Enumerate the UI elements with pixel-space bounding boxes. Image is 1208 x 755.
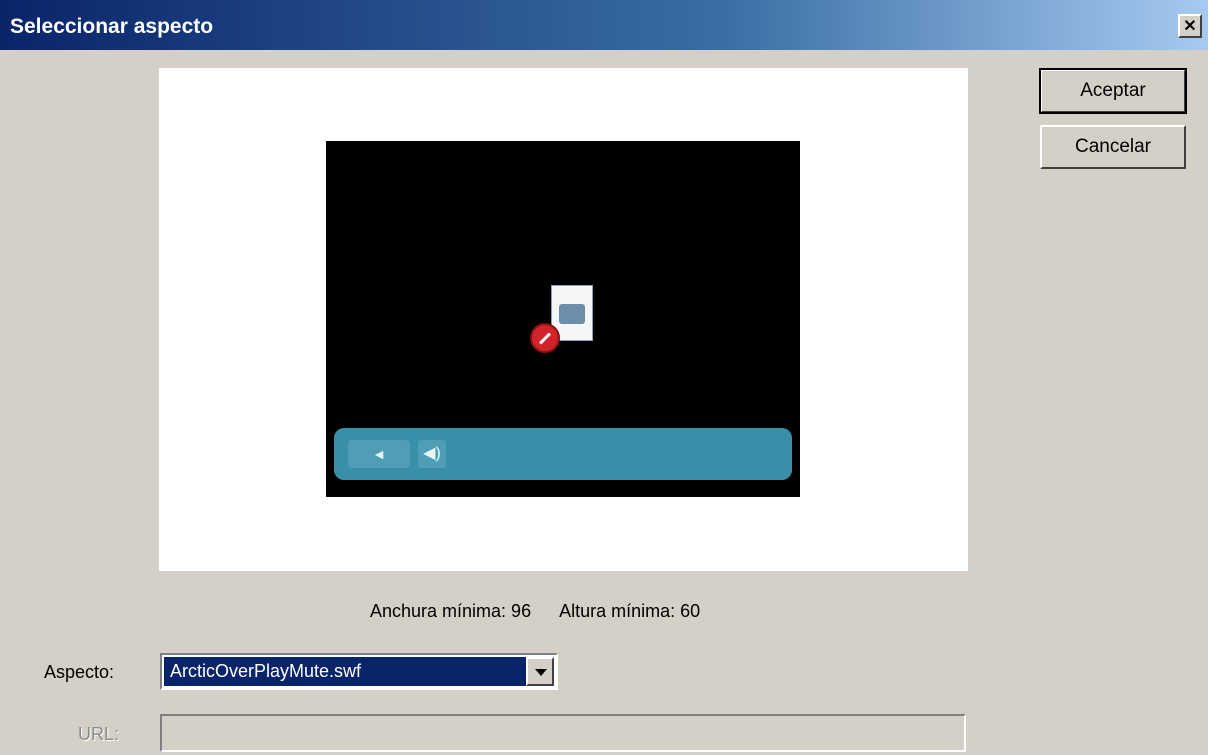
skin-select[interactable]: ArcticOverPlayMute.swf [160,653,558,690]
volume-icon: ◀) [418,440,446,468]
url-input[interactable] [160,714,966,752]
chevron-down-icon[interactable] [526,657,554,686]
player-control-bar: ◄ ◀) [334,428,792,480]
media-glyph [559,304,585,324]
skin-select-value: ArcticOverPlayMute.swf [164,657,526,686]
url-label: URL: [78,724,120,744]
ok-button[interactable]: Aceptar [1039,68,1187,114]
video-preview: ◄ ◀) [326,141,800,497]
close-button[interactable]: ✕ [1178,14,1202,38]
min-width-text: Anchura mínima: 96 [370,601,532,621]
play-icon: ◄ [348,440,410,468]
min-height-text: Altura mínima: 60 [559,601,701,621]
skin-preview-panel: ◄ ◀) [159,68,968,571]
title-bar: Seleccionar aspecto ✕ [0,0,1208,50]
dimension-info: Anchura mínima: 96 Altura mínima: 60 [370,601,700,622]
error-badge-icon [530,323,560,353]
window-title: Seleccionar aspecto [10,15,214,38]
cancel-button[interactable]: Cancelar [1040,125,1186,169]
skin-label: Aspecto: [44,662,115,682]
close-icon: ✕ [1183,18,1197,35]
